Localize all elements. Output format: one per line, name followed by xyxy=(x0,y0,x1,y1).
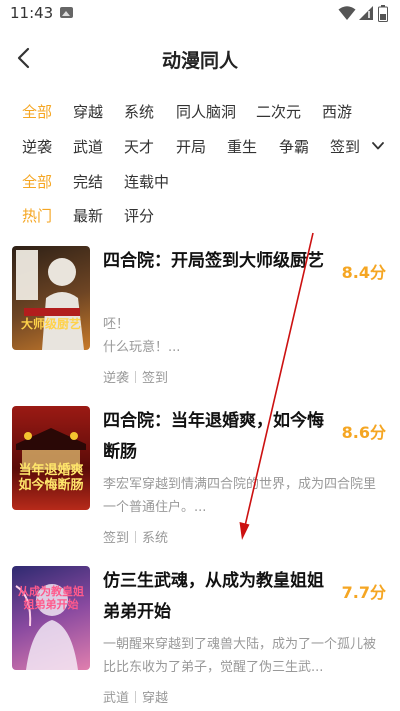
status-chip-finished[interactable]: 完结 xyxy=(73,171,103,192)
genre-chip-wudao[interactable]: 武道 xyxy=(73,136,103,157)
cover-title: 从成为教皇姐姐弟弟开始 xyxy=(18,585,84,611)
genre-chip-nixi[interactable]: 逆袭 xyxy=(22,136,52,157)
genre-chip-erciyuan[interactable]: 二次元 xyxy=(256,101,301,122)
app-header: 动漫同人 xyxy=(0,36,400,80)
book-tags: 逆袭 签到 xyxy=(103,367,168,386)
book-tag: 穿越 xyxy=(142,691,169,706)
genre-chip-qiandao[interactable]: 签到 xyxy=(330,136,360,157)
chevron-down-icon[interactable] xyxy=(370,138,386,154)
genre-filter-row-1: 全部 穿越 系统 同人脑洞 二次元 西游 xyxy=(0,99,400,125)
genre-chip-zhengba[interactable]: 争霸 xyxy=(279,136,309,157)
book-list-item[interactable]: 从成为教皇姐姐弟弟开始 仿三生武魂，从成为教皇姐姐弟弟开始 7.7分 一朝醒来穿… xyxy=(0,566,400,711)
status-icons xyxy=(338,5,390,22)
book-intro: 一朝醒来穿越到了魂兽大陆，成为了一个孤儿被比比东收为了弟子，觉醒了伪三生武... xyxy=(103,637,377,675)
book-score: 8.6分 xyxy=(341,423,386,442)
image-icon xyxy=(60,7,73,18)
cover-art xyxy=(15,584,78,670)
book-title[interactable]: 四合院：当年退婚爽，如今悔断肠 xyxy=(103,406,328,468)
book-score: 7.7分 xyxy=(341,583,386,602)
book-cover[interactable]: 从成为教皇姐姐弟弟开始 xyxy=(12,566,90,670)
cover-title: 当年退婚爽如今悔断肠 xyxy=(18,463,84,493)
tag-divider xyxy=(135,531,137,543)
genre-chip-chuanyue[interactable]: 穿越 xyxy=(73,101,103,122)
genre-chip-xiyou[interactable]: 西游 xyxy=(322,101,352,122)
book-cover[interactable]: 当年退婚爽如今悔断肠 xyxy=(12,406,90,510)
book-tag: 逆袭 xyxy=(103,371,130,386)
book-tags: 武道 穿越 xyxy=(103,687,168,706)
tag-divider xyxy=(135,371,137,383)
book-tag: 武道 xyxy=(103,691,130,706)
book-tag: 系统 xyxy=(142,531,169,546)
book-tag: 签到 xyxy=(103,531,130,546)
status-time: 11:43 xyxy=(10,4,54,22)
book-title[interactable]: 四合院：开局签到大师级厨艺 xyxy=(103,246,328,277)
genre-filter-row-2: 逆袭 武道 天才 开局 重生 争霸 签到 xyxy=(0,134,400,160)
cover-art xyxy=(16,428,86,470)
book-score: 8.4分 xyxy=(341,263,386,282)
book-intro: 呸！ 什么玩意！... xyxy=(103,317,181,355)
wifi-icon xyxy=(338,6,356,20)
genre-chip-xitong[interactable]: 系统 xyxy=(124,101,154,122)
page-title: 动漫同人 xyxy=(161,50,238,72)
genre-chip-kaiju[interactable]: 开局 xyxy=(176,136,206,157)
book-list-item[interactable]: 大师级厨艺 四合院：开局签到大师级厨艺 8.4分 呸！ 什么玩意！... 逆袭签… xyxy=(0,246,400,396)
sort-chip-rating[interactable]: 评分 xyxy=(124,205,154,226)
book-cover[interactable]: 大师级厨艺 xyxy=(12,246,90,350)
status-bar: 11:43 xyxy=(0,0,400,28)
tag-divider xyxy=(135,691,137,703)
book-tag: 签到 xyxy=(142,371,169,386)
genre-chip-tiancai[interactable]: 天才 xyxy=(124,136,154,157)
status-chip-ongoing[interactable]: 连载中 xyxy=(124,171,169,192)
cover-title: 大师级厨艺 xyxy=(20,317,81,331)
battery-icon xyxy=(378,5,388,22)
sort-filter-row: 热门 最新 评分 xyxy=(0,203,400,229)
signal-icon xyxy=(359,6,373,20)
sort-chip-latest[interactable]: 最新 xyxy=(73,205,103,226)
sort-chip-popular[interactable]: 热门 xyxy=(22,205,52,226)
genre-chip-tongren[interactable]: 同人脑洞 xyxy=(176,101,236,122)
book-list-item[interactable]: 当年退婚爽如今悔断肠 四合院：当年退婚爽，如今悔断肠 8.6分 李宏军穿越到情满… xyxy=(0,406,400,556)
status-filter-row: 全部 完结 连载中 xyxy=(0,169,400,195)
cover-art xyxy=(16,250,84,350)
book-title[interactable]: 仿三生武魂，从成为教皇姐姐弟弟开始 xyxy=(103,566,328,628)
genre-chip-all[interactable]: 全部 xyxy=(22,101,52,122)
book-intro: 李宏军穿越到情满四合院的世界，成为四合院里一个普通住户。... xyxy=(103,477,377,515)
status-chip-all[interactable]: 全部 xyxy=(22,171,52,192)
book-tags: 签到 系统 xyxy=(103,527,168,546)
genre-chip-chongsheng[interactable]: 重生 xyxy=(227,136,257,157)
